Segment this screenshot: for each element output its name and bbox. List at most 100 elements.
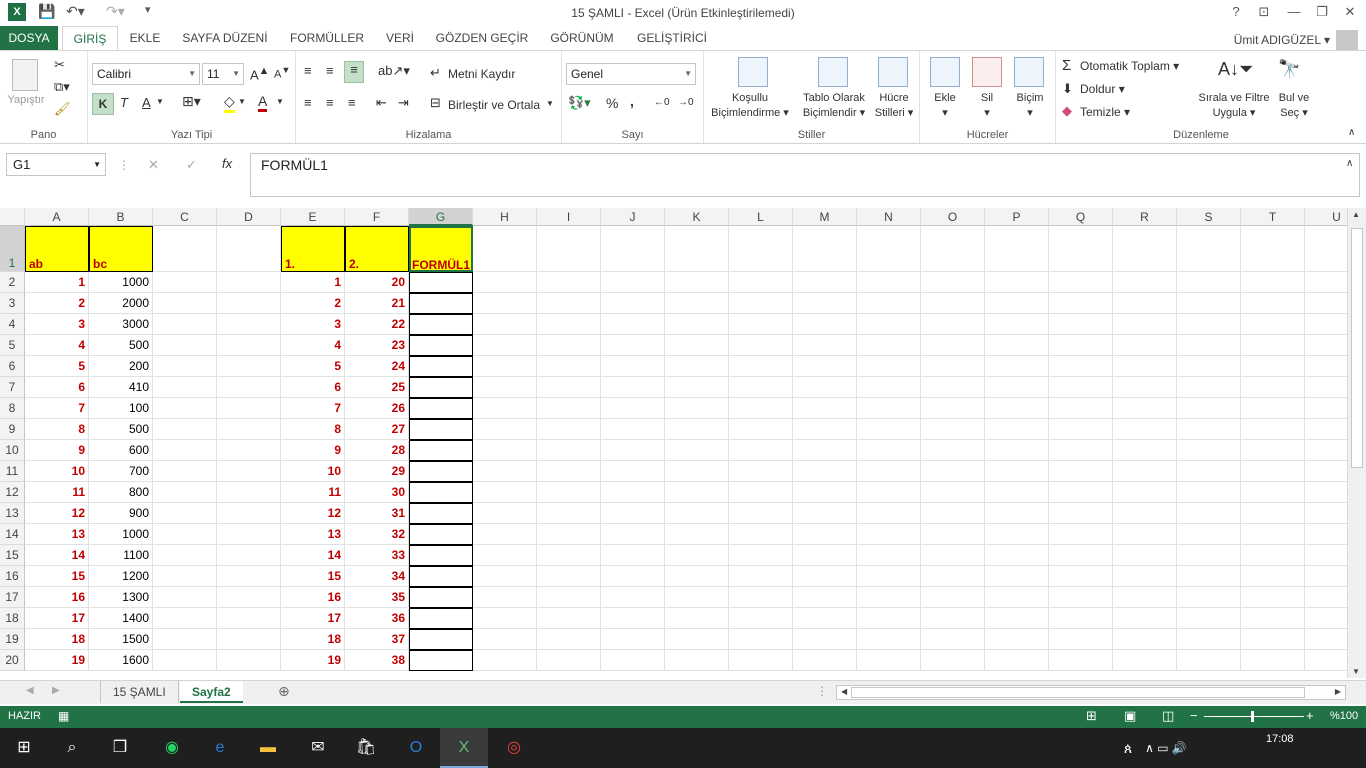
cell-q4[interactable] — [1049, 314, 1113, 335]
next-sheet-icon[interactable]: ▶ — [52, 685, 60, 696]
cell-p7[interactable] — [985, 377, 1049, 398]
cell-h20[interactable] — [473, 650, 537, 671]
cell-n19[interactable] — [857, 629, 921, 650]
expand-formula-bar-icon[interactable]: ∧ — [1346, 158, 1353, 169]
cell-m7[interactable] — [793, 377, 857, 398]
cell-k17[interactable] — [665, 587, 729, 608]
cell-h8[interactable] — [473, 398, 537, 419]
cell-k5[interactable] — [665, 335, 729, 356]
zoom-slider-thumb[interactable] — [1251, 711, 1254, 722]
cell-k16[interactable] — [665, 566, 729, 587]
cell-u19[interactable] — [1305, 629, 1347, 650]
cell-n5[interactable] — [857, 335, 921, 356]
cell-a4[interactable]: 3 — [25, 314, 89, 335]
tab-review[interactable]: GÖZDEN GEÇİR — [432, 26, 532, 50]
cell-u4[interactable] — [1305, 314, 1347, 335]
cell-i4[interactable] — [537, 314, 601, 335]
cell-a12[interactable]: 11 — [25, 482, 89, 503]
cell-u2[interactable] — [1305, 272, 1347, 293]
font-size-select[interactable]: 11 ▼ — [202, 63, 244, 85]
paste-button[interactable]: Yapıştır — [2, 93, 50, 108]
cell-n16[interactable] — [857, 566, 921, 587]
cell-r12[interactable] — [1113, 482, 1177, 503]
cell-s5[interactable] — [1177, 335, 1241, 356]
column-header-h[interactable]: H — [473, 208, 537, 226]
cell-l11[interactable] — [729, 461, 793, 482]
cell-r14[interactable] — [1113, 524, 1177, 545]
cell-t12[interactable] — [1241, 482, 1305, 503]
cell-d10[interactable] — [217, 440, 281, 461]
cell-j12[interactable] — [601, 482, 665, 503]
cell-c8[interactable] — [153, 398, 217, 419]
cell-e9[interactable]: 8 — [281, 419, 345, 440]
fill-color-dropdown-icon[interactable]: ▼ — [238, 97, 246, 106]
cell-j1[interactable] — [601, 226, 665, 272]
conditional-formatting-icon[interactable] — [738, 57, 768, 87]
cell-i12[interactable] — [537, 482, 601, 503]
cell-c2[interactable] — [153, 272, 217, 293]
cell-b1[interactable]: bc — [89, 226, 153, 272]
delete-cells-icon[interactable] — [972, 57, 1002, 87]
cell-t20[interactable] — [1241, 650, 1305, 671]
cell-h12[interactable] — [473, 482, 537, 503]
cell-f12[interactable]: 30 — [345, 482, 409, 503]
cell-f14[interactable]: 32 — [345, 524, 409, 545]
ribbon-display-options-icon[interactable]: ⊡ — [1254, 4, 1274, 20]
cell-r20[interactable] — [1113, 650, 1177, 671]
column-header-l[interactable]: L — [729, 208, 793, 226]
increase-indent-icon[interactable]: ⇥ — [398, 95, 409, 111]
cell-p4[interactable] — [985, 314, 1049, 335]
cell-b3[interactable]: 2000 — [89, 293, 153, 314]
cell-e14[interactable]: 13 — [281, 524, 345, 545]
cell-q14[interactable] — [1049, 524, 1113, 545]
row-header[interactable]: 20 — [0, 650, 25, 671]
cell-m5[interactable] — [793, 335, 857, 356]
format-cells-button[interactable]: Biçim ▾ — [1008, 91, 1052, 121]
cell-m15[interactable] — [793, 545, 857, 566]
cell-h18[interactable] — [473, 608, 537, 629]
cell-d2[interactable] — [217, 272, 281, 293]
cell-j10[interactable] — [601, 440, 665, 461]
tab-view[interactable]: GÖRÜNÜM — [542, 26, 622, 50]
cell-f19[interactable]: 37 — [345, 629, 409, 650]
align-center-icon[interactable]: ≡ — [326, 95, 334, 110]
cell-l6[interactable] — [729, 356, 793, 377]
cell-a14[interactable]: 13 — [25, 524, 89, 545]
cell-e18[interactable]: 17 — [281, 608, 345, 629]
cell-k1[interactable] — [665, 226, 729, 272]
cell-o2[interactable] — [921, 272, 985, 293]
cell-s9[interactable] — [1177, 419, 1241, 440]
cell-i10[interactable] — [537, 440, 601, 461]
cell-t8[interactable] — [1241, 398, 1305, 419]
cell-k11[interactable] — [665, 461, 729, 482]
formula-input[interactable]: FORMÜL1 — [250, 153, 1360, 197]
more-options-icon[interactable]: ⋮ — [118, 158, 130, 172]
cell-n17[interactable] — [857, 587, 921, 608]
cell-q1[interactable] — [1049, 226, 1113, 272]
cell-i15[interactable] — [537, 545, 601, 566]
whatsapp-icon[interactable]: ◉ — [148, 728, 196, 768]
start-icon[interactable]: ⊞ — [0, 728, 48, 768]
fill-icon[interactable]: ⬇ — [1062, 81, 1073, 97]
cell-m20[interactable] — [793, 650, 857, 671]
cell-a11[interactable]: 10 — [25, 461, 89, 482]
cell-t9[interactable] — [1241, 419, 1305, 440]
cell-s11[interactable] — [1177, 461, 1241, 482]
cell-p14[interactable] — [985, 524, 1049, 545]
cell-l20[interactable] — [729, 650, 793, 671]
cell-j15[interactable] — [601, 545, 665, 566]
cell-h6[interactable] — [473, 356, 537, 377]
cell-s20[interactable] — [1177, 650, 1241, 671]
row-header[interactable]: 18 — [0, 608, 25, 629]
cell-a9[interactable]: 8 — [25, 419, 89, 440]
cell-f4[interactable]: 22 — [345, 314, 409, 335]
cell-h15[interactable] — [473, 545, 537, 566]
increase-decimal-icon[interactable]: ←0 — [654, 97, 670, 108]
column-header-m[interactable]: M — [793, 208, 857, 226]
cell-b14[interactable]: 1000 — [89, 524, 153, 545]
cell-m14[interactable] — [793, 524, 857, 545]
cell-n6[interactable] — [857, 356, 921, 377]
cell-i5[interactable] — [537, 335, 601, 356]
cell-e8[interactable]: 7 — [281, 398, 345, 419]
cell-r15[interactable] — [1113, 545, 1177, 566]
